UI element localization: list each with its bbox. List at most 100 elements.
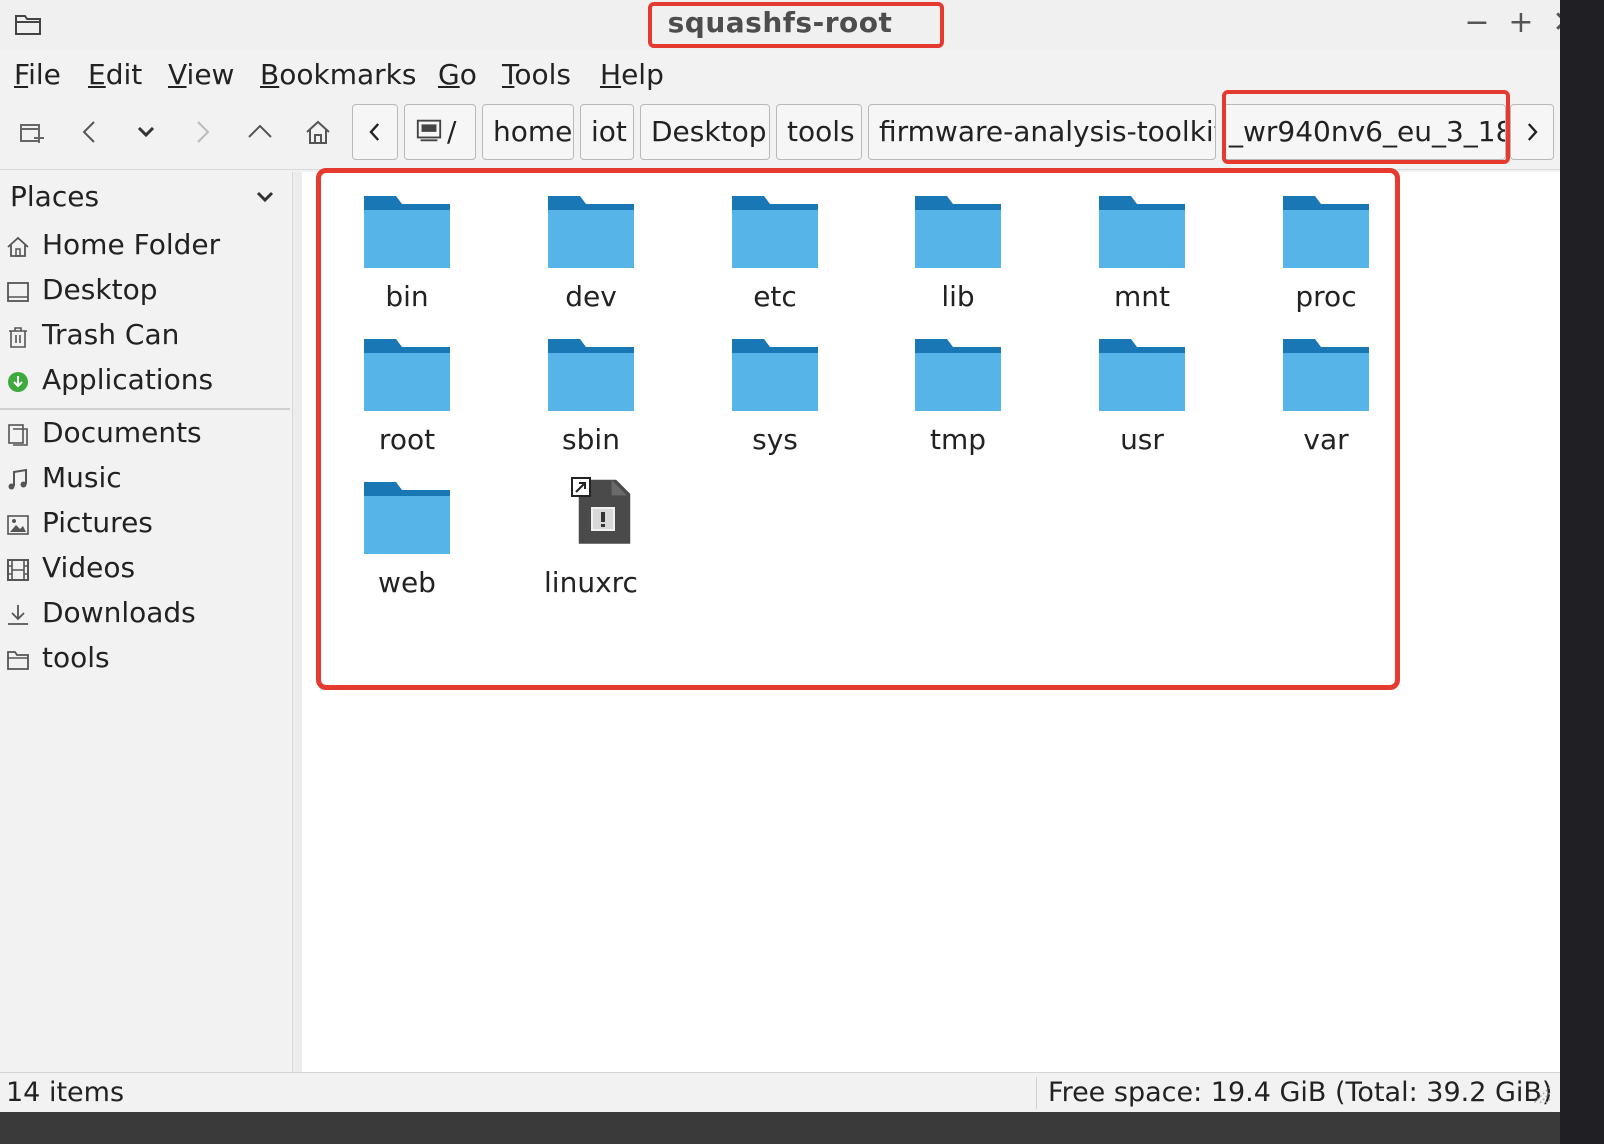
history-dropdown-button[interactable] (128, 114, 164, 150)
chevron-down-icon (137, 126, 155, 138)
sidebar-item-trash-can[interactable]: Trash Can (0, 316, 290, 360)
folder-icon (548, 196, 634, 268)
forward-button[interactable] (184, 114, 220, 150)
folder-icon (1099, 196, 1185, 268)
file-item-linuxrc[interactable]: linuxrc (506, 462, 666, 602)
places-header[interactable]: Places (0, 172, 290, 222)
menu-file[interactable]: File (14, 58, 61, 91)
folder-icon (1283, 196, 1369, 268)
file-item-web[interactable]: web (322, 462, 482, 602)
sidebar: Places Home Folder Desktop Trash Can App… (0, 172, 292, 1072)
home-button[interactable] (300, 114, 336, 150)
window-title: squashfs-root (667, 6, 893, 39)
desktop-icon (7, 282, 29, 302)
home-icon (7, 236, 29, 257)
folder-icon (548, 339, 634, 411)
breadcrumb-tools[interactable]: tools (776, 104, 862, 160)
folder-icon (915, 196, 1001, 268)
resize-grip-icon[interactable] (1530, 1083, 1552, 1105)
file-item-bin[interactable]: bin (322, 176, 482, 316)
menu-bookmarks[interactable]: Bookmarks (260, 58, 416, 91)
chevron-left-icon (82, 121, 95, 143)
folder-icon (1283, 339, 1369, 411)
desktop-background (1560, 0, 1604, 1144)
music-icon (8, 468, 27, 490)
menu-edit[interactable]: Edit (88, 58, 142, 91)
documents-icon (8, 424, 28, 446)
item-count: 14 items (6, 1077, 125, 1108)
breadcrumb-scroll-right[interactable] (1510, 104, 1554, 160)
folder-icon (364, 196, 450, 268)
menu-view[interactable]: View (168, 58, 234, 91)
broken-link-file-icon (571, 477, 631, 544)
file-item-proc[interactable]: proc (1241, 176, 1401, 316)
chevron-right-icon (1527, 123, 1538, 141)
folder-icon (1099, 339, 1185, 411)
sidebar-item-videos[interactable]: Videos (0, 549, 290, 593)
menu-help[interactable]: Help (600, 58, 664, 91)
folder-icon (732, 339, 818, 411)
sidebar-item-desktop[interactable]: Desktop (0, 271, 290, 315)
sidebar-item-home-folder[interactable]: Home Folder (0, 226, 290, 270)
home-icon (306, 120, 330, 144)
file-item-usr[interactable]: usr (1057, 319, 1217, 459)
menu-go[interactable]: Go (438, 58, 477, 91)
folder-icon (732, 196, 818, 268)
chevron-right-icon (197, 121, 210, 143)
breadcrumb-root[interactable]: / (404, 104, 476, 160)
menu-tools[interactable]: Tools (502, 58, 571, 91)
file-item-sbin[interactable]: sbin (506, 319, 666, 459)
new-tab-button[interactable] (14, 114, 50, 150)
sidebar-item-pictures[interactable]: Pictures (0, 504, 290, 548)
breadcrumb-firmware-analysis-toolkit[interactable]: firmware-analysis-toolkit (868, 104, 1216, 160)
file-item-tmp[interactable]: tmp (873, 319, 1033, 459)
file-item-var[interactable]: var (1241, 319, 1401, 459)
sidebar-divider (0, 408, 290, 410)
pictures-icon (7, 515, 29, 535)
folder-icon (915, 339, 1001, 411)
free-space: Free space: 19.4 GiB (Total: 39.2 GiB) (1048, 1077, 1553, 1108)
file-manager-window: squashfs-root − + ✕ File Edit View Bookm… (0, 0, 1560, 1144)
chevron-down-icon (256, 191, 274, 203)
sidebar-item-music[interactable]: Music (0, 459, 290, 503)
sidebar-item-applications[interactable]: Applications (0, 361, 290, 405)
downloads-icon (8, 605, 28, 625)
up-button[interactable] (242, 114, 278, 150)
new-tab-icon (20, 124, 44, 143)
file-item-root[interactable]: root (322, 319, 482, 459)
close-button[interactable]: ✕ (1550, 6, 1560, 40)
drive-icon (416, 119, 442, 142)
breadcrumb-scroll-left[interactable] (352, 104, 398, 160)
file-item-etc[interactable]: etc (690, 176, 850, 316)
sidebar-item-downloads[interactable]: Downloads (0, 594, 290, 638)
back-button[interactable] (72, 114, 108, 150)
breadcrumb-iot[interactable]: iot (580, 104, 634, 160)
chevron-up-icon (248, 124, 272, 138)
folder-icon (7, 651, 29, 670)
minimize-button[interactable]: − (1462, 6, 1492, 40)
videos-icon (7, 559, 29, 581)
folder-icon (364, 482, 450, 554)
trash-icon (9, 327, 27, 348)
window-bottom-edge (0, 1112, 1560, 1144)
sidebar-item-tools[interactable]: tools (0, 639, 290, 683)
breadcrumb-desktop[interactable]: Desktop (640, 104, 770, 160)
toolbar: / home iot Desktop tools firmware-analys… (0, 96, 1560, 170)
menu-bar: File Edit View Bookmarks Go Tools Help (0, 52, 1560, 96)
status-separator (1036, 1077, 1037, 1109)
folder-icon (364, 339, 450, 411)
applications-icon (8, 372, 28, 392)
status-bar: 14 items Free space: 19.4 GiB (Total: 39… (0, 1072, 1560, 1112)
title-bar[interactable]: squashfs-root − + ✕ (0, 0, 1560, 50)
maximize-button[interactable]: + (1506, 6, 1536, 40)
places-label: Places (10, 180, 100, 213)
breadcrumb-home[interactable]: home (482, 104, 574, 160)
breadcrumb-current-firmware[interactable]: _wr940nv6_eu_3_18_ (1222, 104, 1506, 160)
file-item-sys[interactable]: sys (690, 319, 850, 459)
sidebar-resize-handle[interactable] (292, 172, 302, 1072)
file-item-lib[interactable]: lib (873, 176, 1033, 316)
chevron-left-icon (369, 123, 380, 141)
sidebar-item-documents[interactable]: Documents (0, 414, 290, 458)
file-item-dev[interactable]: dev (506, 176, 666, 316)
file-item-mnt[interactable]: mnt (1057, 176, 1217, 316)
